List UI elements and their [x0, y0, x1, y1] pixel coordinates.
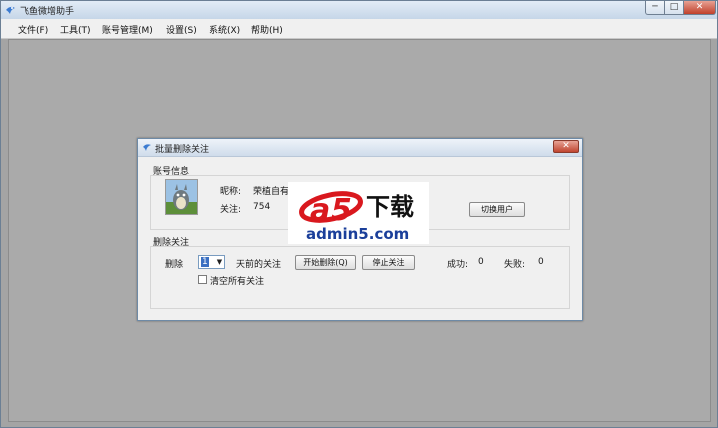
days-stepper[interactable]: 1 ▼: [198, 255, 225, 269]
fail-count: 0: [538, 257, 544, 267]
app-title: 飞鱼微增助手: [20, 7, 75, 17]
title-bar[interactable]: 飞鱼微增助手 ─ □ ✕: [1, 1, 717, 19]
delete-label: 删除: [165, 260, 184, 270]
success-count: 0: [478, 257, 484, 267]
nickname-label: 昵称:: [220, 187, 242, 197]
menu-settings[interactable]: 设置(S): [166, 23, 197, 36]
stop-button[interactable]: 停止关注: [362, 255, 415, 270]
clear-all-checkbox[interactable]: [198, 275, 207, 284]
menu-help[interactable]: 帮助(H): [251, 23, 283, 36]
follow-count: 754: [253, 202, 271, 212]
chevron-down-icon[interactable]: ▼: [215, 256, 224, 268]
fail-label: 失败:: [504, 260, 526, 270]
menu-system[interactable]: 系统(X): [209, 23, 240, 36]
days-value[interactable]: 1: [201, 257, 209, 267]
dialog-close-button[interactable]: ✕: [553, 140, 579, 153]
maximize-button[interactable]: □: [664, 1, 684, 15]
menu-tools[interactable]: 工具(T): [60, 23, 91, 36]
logo-five: 5: [331, 193, 352, 228]
success-label: 成功:: [447, 260, 469, 270]
a5-logo-image: a 5 下载 admin5.com: [299, 191, 414, 243]
dialog-title: 批量删除关注: [155, 145, 210, 155]
nickname-value: 荣植自有: [253, 187, 290, 197]
start-delete-button[interactable]: 开始删除(Q): [295, 255, 356, 270]
app-icon: [6, 6, 15, 14]
logo-url: admin5.com: [306, 225, 409, 243]
menu-account-management[interactable]: 账号管理(M): [102, 23, 153, 36]
switch-user-button[interactable]: 切换用户: [469, 202, 525, 217]
minimize-button[interactable]: ─: [645, 1, 665, 15]
logo-a-letter: a: [310, 193, 330, 228]
dialog-app-icon: [143, 144, 151, 151]
avatar-image: [166, 180, 197, 214]
dialog-title-bar[interactable]: 批量删除关注 ✕: [138, 139, 582, 157]
menu-bar: 文件(F) 工具(T) 账号管理(M) 设置(S) 系统(X) 帮助(H): [1, 19, 717, 39]
watermark-logo: a 5 下载 admin5.com: [288, 182, 429, 244]
logo-download-text: 下载: [366, 193, 414, 221]
follow-label: 关注:: [220, 205, 242, 215]
close-button[interactable]: ✕: [683, 1, 716, 15]
clear-all-label[interactable]: 清空所有关注: [210, 274, 264, 287]
days-suffix-label: 天前的关注: [236, 260, 282, 270]
avatar: [165, 179, 198, 215]
menu-file[interactable]: 文件(F): [18, 23, 48, 36]
